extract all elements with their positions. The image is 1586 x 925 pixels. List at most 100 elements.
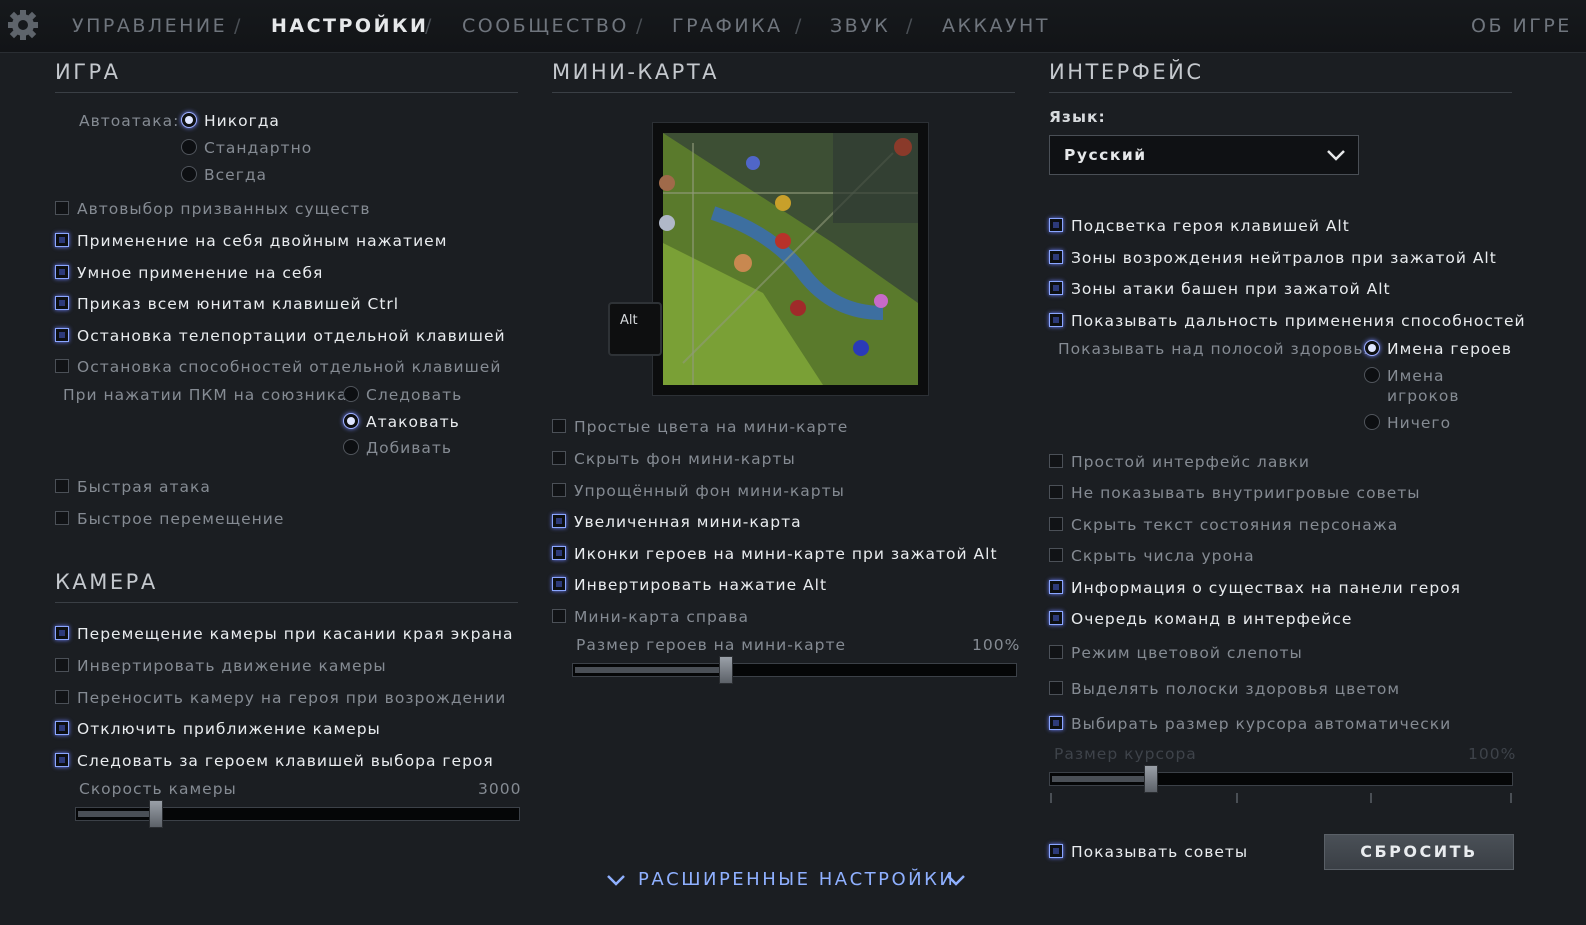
checkbox[interactable] xyxy=(55,721,69,735)
radio-button[interactable] xyxy=(343,439,359,455)
camera-speed-slider[interactable] xyxy=(75,800,520,828)
checkbox[interactable] xyxy=(55,359,69,373)
tab-account[interactable]: АККАУНТ xyxy=(942,15,1050,37)
checkbox-label: Инвертировать нажатие Alt xyxy=(574,576,828,594)
rmb-ally-label: При нажатии ПКМ на союзника xyxy=(63,386,348,404)
checkbox[interactable] xyxy=(55,511,69,525)
section-divider xyxy=(552,92,1015,93)
checkbox[interactable] xyxy=(55,296,69,310)
nav-separator: / xyxy=(234,15,241,37)
checkbox-label: Зоны возрождения нейтралов при зажатой A… xyxy=(1071,249,1497,267)
tab-graphics[interactable]: ГРАФИКА xyxy=(672,15,783,37)
section-divider xyxy=(55,602,518,603)
checkbox-label: Режим цветовой слепоты xyxy=(1071,644,1303,662)
checkbox[interactable] xyxy=(1049,580,1063,594)
language-dropdown[interactable]: Русский xyxy=(1049,135,1359,175)
checkbox[interactable] xyxy=(1049,548,1063,562)
checkbox[interactable] xyxy=(1049,844,1063,858)
checkbox[interactable] xyxy=(552,577,566,591)
radio-button[interactable] xyxy=(181,139,197,155)
checkbox-label: Информация о существах на панели героя xyxy=(1071,579,1461,597)
slider-tick xyxy=(1510,793,1512,803)
interface-section-header: ИНТЕРФЕЙС xyxy=(1049,60,1512,93)
cursor-size-slider[interactable] xyxy=(1049,765,1513,793)
checkbox[interactable] xyxy=(1049,250,1063,264)
checkbox[interactable] xyxy=(55,479,69,493)
checkbox[interactable] xyxy=(1049,218,1063,232)
nav-separator: / xyxy=(425,15,432,37)
slider-fill xyxy=(1052,776,1146,782)
radio-button[interactable] xyxy=(181,112,197,128)
slider-thumb[interactable] xyxy=(149,800,163,828)
checkbox[interactable] xyxy=(55,328,69,342)
checkbox[interactable] xyxy=(55,753,69,767)
camera-speed-value: 3000 xyxy=(478,780,522,798)
checkbox-label: Быстрое перемещение xyxy=(77,510,285,528)
checkbox[interactable] xyxy=(1049,313,1063,327)
checkbox-label: Упрощённый фон мини-карты xyxy=(574,482,845,500)
slider-tick xyxy=(1370,793,1372,803)
checkbox[interactable] xyxy=(55,201,69,215)
tab-community[interactable]: СООБЩЕСТВО xyxy=(462,15,629,37)
checkbox-label: Очередь команд в интерфейсе xyxy=(1071,610,1353,628)
checkbox-label: Следовать за героем клавишей выбора геро… xyxy=(77,752,494,770)
radio-label: Всегда xyxy=(204,166,268,184)
radio-button[interactable] xyxy=(1364,340,1380,356)
tab-controls[interactable]: УПРАВЛЕНИЕ xyxy=(72,15,227,37)
language-selected-value: Русский xyxy=(1064,146,1147,164)
checkbox[interactable] xyxy=(55,658,69,672)
tab-about[interactable]: ОБ ИГРЕ xyxy=(1471,15,1572,37)
checkbox[interactable] xyxy=(55,626,69,640)
tab-settings[interactable]: НАСТРОЙКИ xyxy=(271,15,428,37)
checkbox[interactable] xyxy=(552,419,566,433)
slider-fill xyxy=(78,811,151,817)
checkbox[interactable] xyxy=(552,546,566,560)
interface-section-title: ИНТЕРФЕЙС xyxy=(1049,60,1204,84)
checkbox[interactable] xyxy=(1049,517,1063,531)
checkbox[interactable] xyxy=(552,514,566,528)
checkbox[interactable] xyxy=(1049,611,1063,625)
checkbox[interactable] xyxy=(552,451,566,465)
top-nav-bar: УПРАВЛЕНИЕ / НАСТРОЙКИ / СООБЩЕСТВО / ГР… xyxy=(0,0,1586,53)
checkbox-label: Простой интерфейс лавки xyxy=(1071,453,1310,471)
checkbox[interactable] xyxy=(552,609,566,623)
checkbox-label: Остановка способностей отдельной клавише… xyxy=(77,358,502,376)
chevron-down-icon xyxy=(947,875,965,886)
camera-speed-label: Скорость камеры xyxy=(79,780,237,798)
checkbox-label: Мини-карта справа xyxy=(574,608,750,626)
checkbox-label: Простые цвета на мини-карте xyxy=(574,418,849,436)
reset-button[interactable]: СБРОСИТЬ xyxy=(1324,834,1514,870)
hero-size-label: Размер героев на мини-карте xyxy=(576,636,847,654)
healthbar-label: Показывать над полосой здоровья: xyxy=(1058,340,1381,358)
radio-button[interactable] xyxy=(1364,367,1380,383)
hero-size-slider[interactable] xyxy=(572,656,1017,684)
slider-fill xyxy=(575,667,721,673)
alt-key-label: Alt xyxy=(620,313,638,328)
slider-thumb[interactable] xyxy=(1144,765,1158,793)
checkbox[interactable] xyxy=(1049,681,1063,695)
checkbox-label: Показывать советы xyxy=(1071,843,1249,861)
minimap-section-title: МИНИ-КАРТА xyxy=(552,60,720,84)
checkbox[interactable] xyxy=(1049,716,1063,730)
checkbox-label: Инвертировать движение камеры xyxy=(77,657,387,675)
checkbox[interactable] xyxy=(55,233,69,247)
checkbox[interactable] xyxy=(55,265,69,279)
checkbox[interactable] xyxy=(1049,454,1063,468)
radio-button[interactable] xyxy=(343,413,359,429)
radio-button[interactable] xyxy=(1364,414,1380,430)
radio-button[interactable] xyxy=(343,386,359,402)
checkbox[interactable] xyxy=(1049,645,1063,659)
checkbox-label: Перемещение камеры при касании края экра… xyxy=(77,625,514,643)
radio-button[interactable] xyxy=(181,166,197,182)
minimap-options: Простые цвета на мини-карте Скрыть фон м… xyxy=(552,410,1019,710)
nav-separator: / xyxy=(636,15,643,37)
game-section: ИГРА Автоатака: Никогда Стандартно Всегд… xyxy=(55,60,518,540)
slider-thumb[interactable] xyxy=(719,656,733,684)
settings-gear-icon[interactable] xyxy=(6,8,40,42)
checkbox[interactable] xyxy=(1049,281,1063,295)
checkbox[interactable] xyxy=(55,690,69,704)
tab-sound[interactable]: ЗВУК xyxy=(830,15,890,37)
checkbox[interactable] xyxy=(552,483,566,497)
chevron-down-icon xyxy=(607,875,625,886)
checkbox[interactable] xyxy=(1049,485,1063,499)
